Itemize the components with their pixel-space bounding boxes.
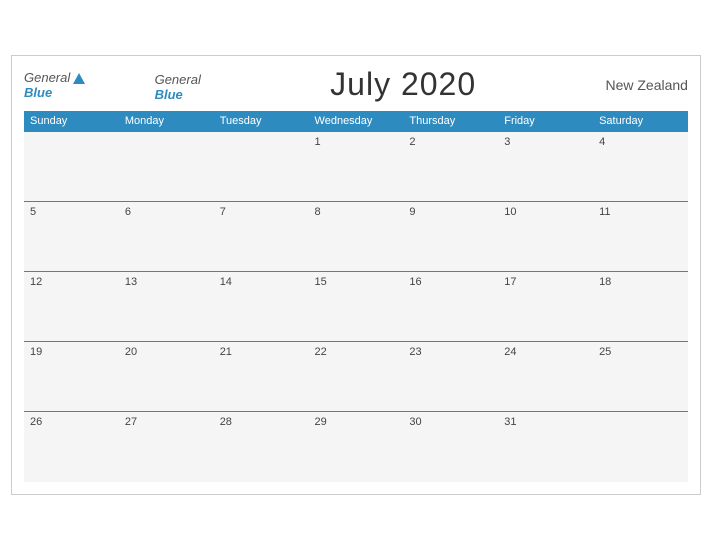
calendar-day-cell: 2 bbox=[403, 132, 498, 202]
calendar-day-cell: 10 bbox=[498, 202, 593, 272]
header-wednesday: Wednesday bbox=[309, 111, 404, 132]
day-number: 15 bbox=[315, 276, 327, 288]
day-number: 30 bbox=[409, 416, 421, 428]
calendar-day-cell: 17 bbox=[498, 272, 593, 342]
calendar-day-cell: 11 bbox=[593, 202, 688, 272]
day-number: 28 bbox=[220, 416, 232, 428]
day-number: 11 bbox=[599, 206, 610, 218]
header-thursday: Thursday bbox=[403, 111, 498, 132]
day-number: 19 bbox=[30, 346, 42, 358]
calendar-day-cell: 4 bbox=[593, 132, 688, 202]
calendar-day-cell: 26 bbox=[24, 412, 119, 482]
calendar-day-cell: 9 bbox=[403, 202, 498, 272]
calendar-country: New Zealand bbox=[605, 77, 688, 93]
calendar-day-cell: 19 bbox=[24, 342, 119, 412]
day-number: 16 bbox=[409, 276, 421, 288]
calendar-week-row: 19 20 21 22 23 24 25 bbox=[24, 342, 688, 412]
day-number: 9 bbox=[409, 206, 415, 218]
calendar-day-cell: 15 bbox=[309, 272, 404, 342]
day-number: 21 bbox=[220, 346, 232, 358]
calendar-day-cell: 7 bbox=[214, 202, 309, 272]
calendar-week-row: 12 13 14 15 16 17 18 bbox=[24, 272, 688, 342]
day-number: 13 bbox=[125, 276, 137, 288]
calendar-day-cell: 8 bbox=[309, 202, 404, 272]
day-number: 5 bbox=[30, 206, 36, 218]
day-number: 20 bbox=[125, 346, 137, 358]
calendar-day-cell: 12 bbox=[24, 272, 119, 342]
header-sunday: Sunday bbox=[24, 111, 119, 132]
calendar-day-cell: 27 bbox=[119, 412, 214, 482]
calendar: General Blue General Blue July 2020 New … bbox=[11, 55, 701, 495]
calendar-day-cell: 1 bbox=[309, 132, 404, 202]
calendar-table: Sunday Monday Tuesday Wednesday Thursday… bbox=[24, 111, 688, 482]
day-number: 25 bbox=[599, 346, 611, 358]
calendar-title: July 2020 bbox=[330, 66, 476, 103]
calendar-day-cell: 31 bbox=[498, 412, 593, 482]
calendar-day-cell: 22 bbox=[309, 342, 404, 412]
calendar-day-cell: 24 bbox=[498, 342, 593, 412]
day-number: 27 bbox=[125, 416, 137, 428]
calendar-header: General Blue General Blue July 2020 New … bbox=[24, 66, 688, 103]
calendar-day-cell: 21 bbox=[214, 342, 309, 412]
calendar-day-cell: 5 bbox=[24, 202, 119, 272]
day-number: 29 bbox=[315, 416, 327, 428]
calendar-day-cell: 16 bbox=[403, 272, 498, 342]
day-number: 2 bbox=[409, 136, 415, 148]
logo-general-label: General bbox=[155, 72, 201, 87]
day-number: 6 bbox=[125, 206, 131, 218]
header-monday: Monday bbox=[119, 111, 214, 132]
calendar-day-cell bbox=[24, 132, 119, 202]
day-number: 22 bbox=[315, 346, 327, 358]
logo: General Blue bbox=[24, 70, 85, 100]
calendar-day-cell: 28 bbox=[214, 412, 309, 482]
calendar-day-cell: 25 bbox=[593, 342, 688, 412]
day-number: 7 bbox=[220, 206, 226, 218]
calendar-day-cell: 3 bbox=[498, 132, 593, 202]
calendar-day-cell: 20 bbox=[119, 342, 214, 412]
header-tuesday: Tuesday bbox=[214, 111, 309, 132]
calendar-day-cell: 30 bbox=[403, 412, 498, 482]
day-number: 31 bbox=[504, 416, 516, 428]
calendar-day-cell: 29 bbox=[309, 412, 404, 482]
day-number: 23 bbox=[409, 346, 421, 358]
day-number: 8 bbox=[315, 206, 321, 218]
logo-blue-label: Blue bbox=[155, 87, 183, 102]
day-number: 12 bbox=[30, 276, 42, 288]
calendar-day-cell bbox=[593, 412, 688, 482]
calendar-week-row: 1 2 3 4 bbox=[24, 132, 688, 202]
calendar-day-cell: 14 bbox=[214, 272, 309, 342]
header-saturday: Saturday bbox=[593, 111, 688, 132]
header-friday: Friday bbox=[498, 111, 593, 132]
calendar-day-cell bbox=[214, 132, 309, 202]
weekday-header-row: Sunday Monday Tuesday Wednesday Thursday… bbox=[24, 111, 688, 132]
day-number: 17 bbox=[504, 276, 516, 288]
day-number: 1 bbox=[315, 136, 321, 148]
day-number: 26 bbox=[30, 416, 42, 428]
calendar-day-cell bbox=[119, 132, 214, 202]
day-number: 3 bbox=[504, 136, 510, 148]
day-number: 14 bbox=[220, 276, 232, 288]
day-number: 10 bbox=[504, 206, 516, 218]
calendar-week-row: 5 6 7 8 9 10 11 bbox=[24, 202, 688, 272]
day-number: 18 bbox=[599, 276, 611, 288]
calendar-week-row: 26 27 28 29 30 31 bbox=[24, 412, 688, 482]
day-number: 24 bbox=[504, 346, 516, 358]
calendar-day-cell: 6 bbox=[119, 202, 214, 272]
day-number: 4 bbox=[599, 136, 605, 148]
calendar-day-cell: 18 bbox=[593, 272, 688, 342]
calendar-day-cell: 23 bbox=[403, 342, 498, 412]
calendar-day-cell: 13 bbox=[119, 272, 214, 342]
